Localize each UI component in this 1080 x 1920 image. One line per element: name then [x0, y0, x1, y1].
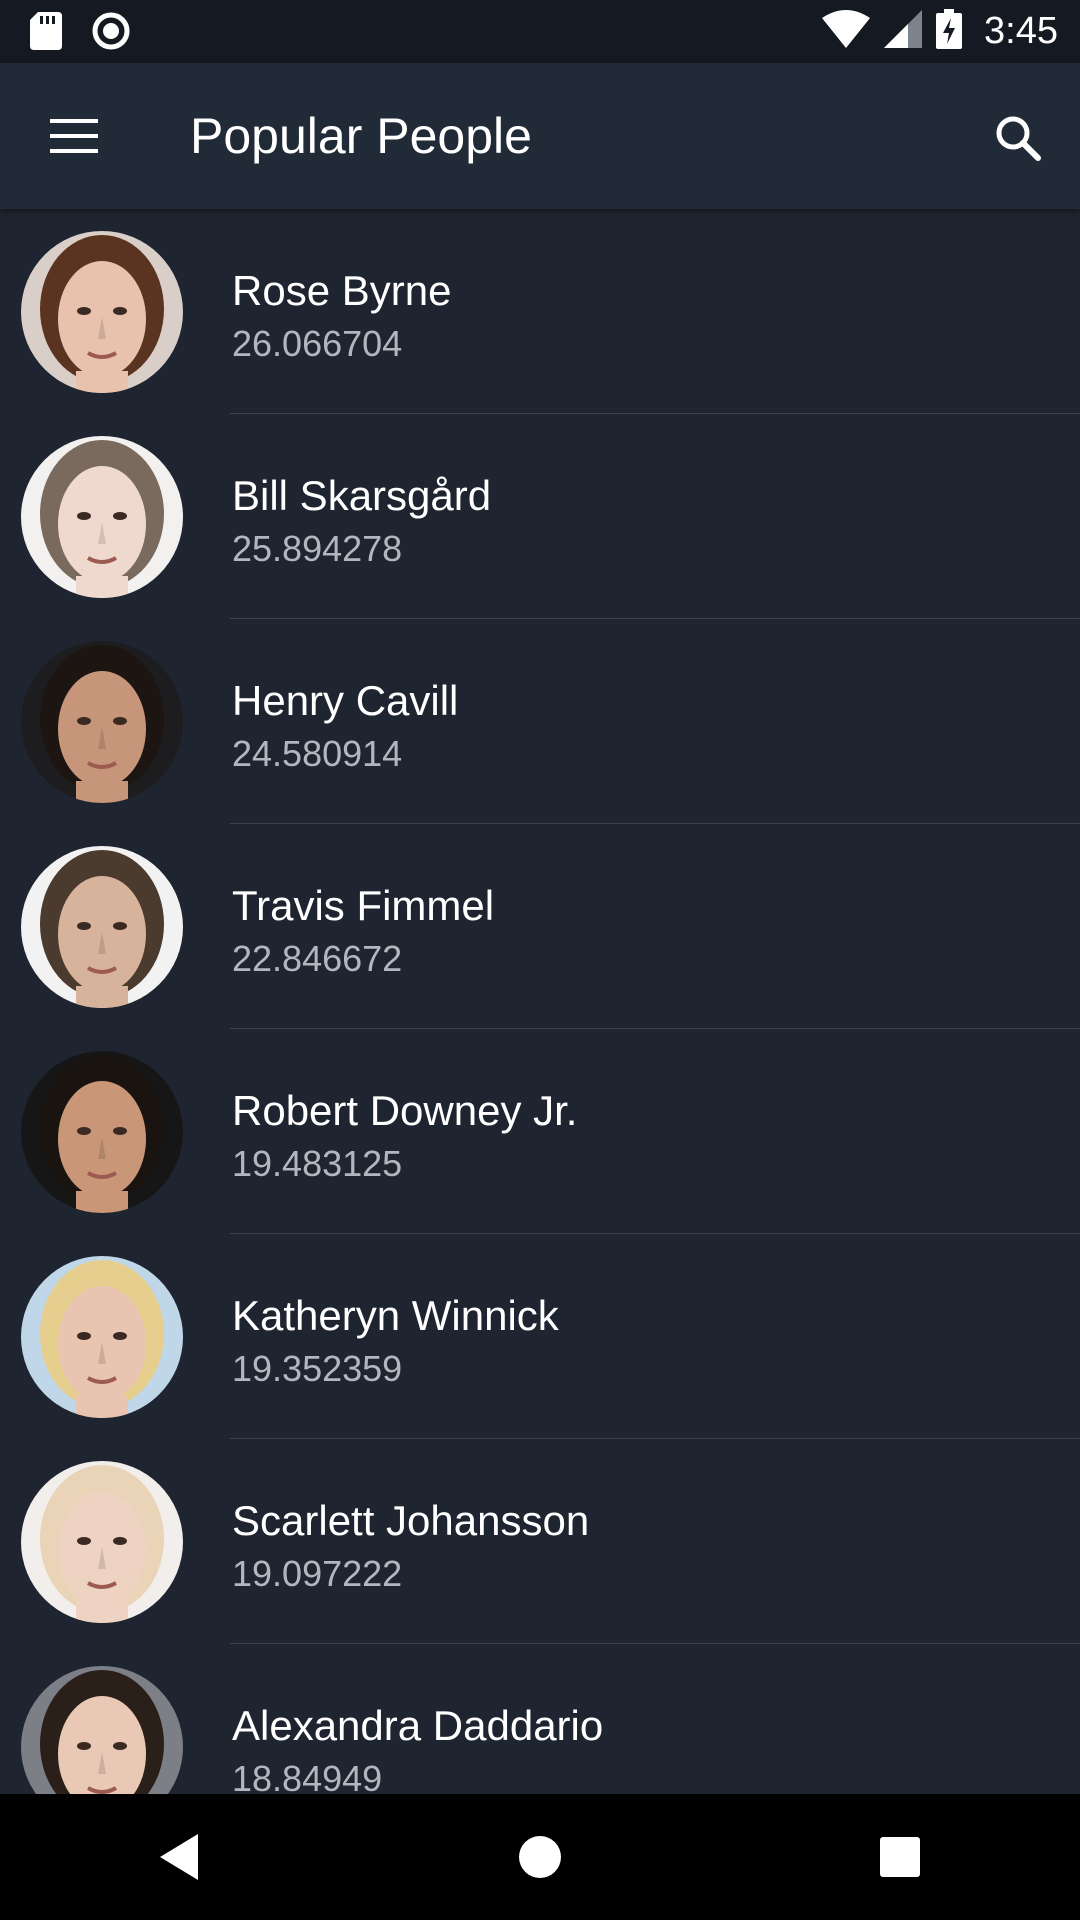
status-bar: 3:45 [0, 0, 1080, 63]
person-popularity: 19.483125 [232, 1143, 403, 1184]
person-name: Alexandra Daddario [232, 1702, 604, 1749]
avatar [21, 231, 183, 393]
sync-circle-icon [92, 12, 130, 55]
page-title: Popular People [190, 108, 532, 164]
recents-button[interactable] [830, 1807, 970, 1907]
person-popularity: 22.846672 [232, 938, 403, 979]
person-popularity: 18.84949 [232, 1758, 383, 1794]
list-item[interactable]: Rose Byrne 26.066704 [0, 209, 1080, 414]
avatar [21, 846, 183, 1008]
list-item[interactable]: Scarlett Johansson 19.097222 [0, 1439, 1080, 1644]
person-popularity: 19.352359 [232, 1348, 403, 1389]
back-button[interactable] [110, 1807, 250, 1907]
person-name: Henry Cavill [232, 677, 459, 724]
person-popularity: 25.894278 [232, 528, 403, 569]
person-name: Rose Byrne [232, 267, 452, 314]
avatar [21, 641, 183, 803]
list-item[interactable]: Katheryn Winnick 19.352359 [0, 1234, 1080, 1439]
list-item[interactable]: Henry Cavill 24.580914 [0, 619, 1080, 824]
person-popularity: 26.066704 [232, 323, 403, 364]
recents-square-icon [880, 1837, 920, 1877]
person-popularity: 19.097222 [232, 1553, 403, 1594]
app-bar: Popular People [0, 63, 1080, 209]
hamburger-menu-icon [50, 119, 98, 153]
list-item[interactable]: Alexandra Daddario 18.84949 [0, 1644, 1080, 1794]
list-item[interactable]: Travis Fimmel 22.846672 [0, 824, 1080, 1029]
avatar [21, 436, 183, 598]
avatar [21, 1051, 183, 1213]
list-item[interactable]: Robert Downey Jr. 19.483125 [0, 1029, 1080, 1234]
person-name: Bill Skarsgård [232, 472, 492, 519]
search-button[interactable] [980, 100, 1060, 180]
sd-card-icon [30, 12, 62, 55]
home-circle-icon [519, 1836, 561, 1878]
person-name: Travis Fimmel [232, 882, 495, 929]
person-name: Robert Downey Jr. [232, 1087, 578, 1134]
wifi-icon [822, 10, 871, 53]
avatar [21, 1256, 183, 1418]
menu-button[interactable] [24, 100, 124, 172]
avatar [21, 1666, 183, 1794]
avatar [21, 1461, 183, 1623]
back-triangle-icon [160, 1834, 198, 1880]
status-time: 3:45 [984, 10, 1058, 52]
person-name: Katheryn Winnick [232, 1292, 559, 1339]
navigation-bar [0, 1794, 1080, 1920]
people-list[interactable]: Rose Byrne 26.066704 Bill Skarsgård 25.8… [0, 209, 1080, 1794]
home-button[interactable] [470, 1807, 610, 1907]
status-bar-right: 3:45 [822, 0, 1058, 63]
person-popularity: 24.580914 [232, 733, 403, 774]
list-item[interactable]: Bill Skarsgård 25.894278 [0, 414, 1080, 619]
battery-charging-icon [936, 9, 963, 54]
person-name: Scarlett Johansson [232, 1497, 590, 1544]
cell-signal-icon [884, 10, 923, 53]
status-bar-left [30, 12, 130, 55]
search-icon [996, 116, 1041, 161]
